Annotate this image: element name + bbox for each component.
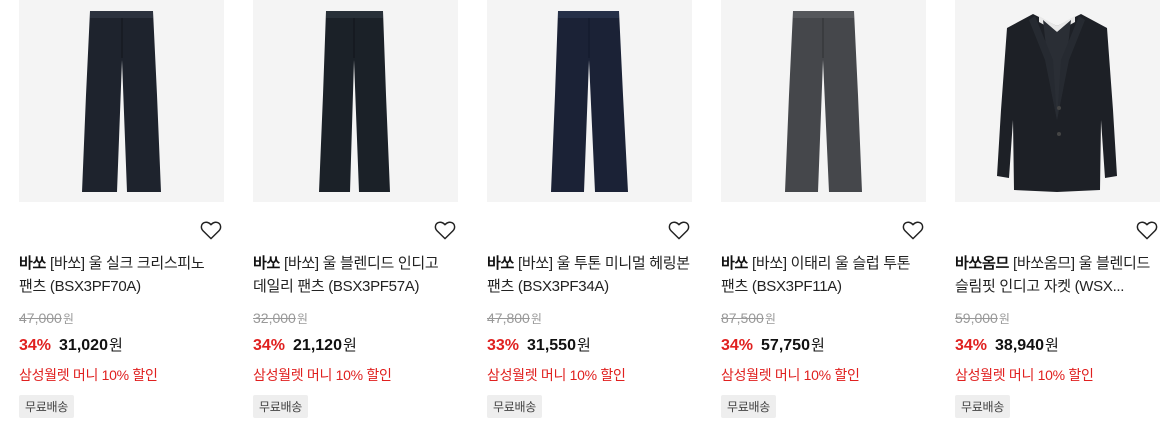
original-price: 59,000원 [955, 310, 1010, 327]
currency-label: 원 [764, 312, 776, 326]
product-card[interactable]: 바쏘 [바쏘] 울 실크 크리스피노 팬츠 (BSX3PF70A) 47,000원… [19, 0, 224, 418]
pants-image [319, 11, 390, 192]
promo-text: 삼성월렛 머니 10% 할인 [721, 367, 860, 383]
free-shipping-badge: 무료배송 [721, 395, 776, 418]
original-price: 32,000원 [253, 310, 308, 327]
free-shipping-badge: 무료배송 [19, 395, 74, 418]
currency-label: 원 [296, 312, 308, 326]
free-shipping-badge: 무료배송 [955, 395, 1010, 418]
pants-image [785, 11, 862, 192]
currency-label: 원 [108, 337, 123, 354]
promo-text: 삼성월렛 머니 10% 할인 [955, 367, 1094, 383]
discount-rate: 34% [955, 337, 988, 354]
currency-label: 원 [62, 312, 74, 326]
product-card[interactable]: 바쏘 [바쏘] 이태리 울 슬럽 투톤 팬츠 (BSX3PF11A) 87,500… [721, 0, 926, 418]
product-image[interactable] [721, 0, 926, 202]
free-shipping-badge: 무료배송 [487, 395, 542, 418]
product-brand: 바쏘옴므 [955, 255, 1010, 272]
sale-price: 34% 57,750원 [721, 334, 825, 355]
free-shipping-badge: 무료배송 [253, 395, 308, 418]
product-card[interactable]: 바쏘 [바쏘] 울 블렌디드 인디고 데일리 팬츠 (BSX3PF57A) 32,… [253, 0, 458, 418]
wishlist-heart-icon[interactable] [1136, 220, 1158, 242]
wishlist-heart-icon[interactable] [434, 220, 456, 242]
product-name: [바쏘] 이태리 울 슬럽 투톤 팬츠 (BSX3PF11A) [721, 255, 911, 295]
product-title[interactable]: 바쏘 [바쏘] 이태리 울 슬럽 투톤 팬츠 (BSX3PF11A) [721, 252, 926, 298]
product-image[interactable] [19, 0, 224, 202]
product-card[interactable]: 바쏘옴므 [바쏘옴므] 울 블렌디드 슬림핏 인디고 자켓 (WSX... 59,… [955, 0, 1160, 418]
original-price: 47,800원 [487, 310, 542, 327]
wishlist-heart-icon[interactable] [200, 220, 222, 242]
currency-label: 원 [998, 312, 1010, 326]
discount-rate: 34% [19, 337, 52, 354]
product-name: [바쏘] 울 실크 크리스피노 팬츠 (BSX3PF70A) [19, 255, 205, 295]
product-name: [바쏘] 울 블렌디드 인디고 데일리 팬츠 (BSX3PF57A) [253, 255, 439, 295]
promo-text: 삼성월렛 머니 10% 할인 [487, 367, 626, 383]
currency-label: 원 [342, 337, 357, 354]
product-title[interactable]: 바쏘 [바쏘] 울 실크 크리스피노 팬츠 (BSX3PF70A) [19, 252, 224, 298]
product-image[interactable] [955, 0, 1160, 202]
product-name: [바쏘] 울 투톤 미니멀 헤링본 팬츠 (BSX3PF34A) [487, 255, 690, 295]
sale-price-value: 31,550 [527, 337, 576, 354]
original-price-value: 59,000 [955, 310, 998, 326]
currency-label: 원 [810, 337, 825, 354]
sale-price: 34% 31,020원 [19, 334, 123, 355]
sale-price-value: 21,120 [293, 337, 342, 354]
wishlist-heart-icon[interactable] [902, 220, 924, 242]
currency-label: 원 [576, 337, 591, 354]
original-price: 47,000원 [19, 310, 74, 327]
promo-text: 삼성월렛 머니 10% 할인 [19, 367, 158, 383]
original-price-value: 87,500 [721, 310, 764, 326]
wishlist-heart-icon[interactable] [668, 220, 690, 242]
product-image[interactable] [253, 0, 458, 202]
product-brand: 바쏘 [721, 255, 749, 272]
sale-price-value: 57,750 [761, 337, 810, 354]
product-brand: 바쏘 [19, 255, 47, 272]
discount-rate: 33% [487, 337, 520, 354]
currency-label: 원 [1044, 337, 1059, 354]
product-grid: 바쏘 [바쏘] 울 실크 크리스피노 팬츠 (BSX3PF70A) 47,000원… [0, 0, 1171, 445]
product-title[interactable]: 바쏘옴므 [바쏘옴므] 울 블렌디드 슬림핏 인디고 자켓 (WSX... [955, 252, 1160, 298]
sale-price-value: 31,020 [59, 337, 108, 354]
currency-label: 원 [530, 312, 542, 326]
sale-price: 34% 21,120원 [253, 334, 357, 355]
product-card[interactable]: 바쏘 [바쏘] 울 투톤 미니멀 헤링본 팬츠 (BSX3PF34A) 47,80… [487, 0, 692, 418]
sale-price: 33% 31,550원 [487, 334, 591, 355]
product-image[interactable] [487, 0, 692, 202]
product-brand: 바쏘 [253, 255, 281, 272]
original-price-value: 47,000 [19, 310, 62, 326]
original-price: 87,500원 [721, 310, 776, 327]
promo-text: 삼성월렛 머니 10% 할인 [253, 367, 392, 383]
original-price-value: 47,800 [487, 310, 530, 326]
product-brand: 바쏘 [487, 255, 515, 272]
jacket-image [997, 14, 1117, 192]
product-title[interactable]: 바쏘 [바쏘] 울 투톤 미니멀 헤링본 팬츠 (BSX3PF34A) [487, 252, 692, 298]
original-price-value: 32,000 [253, 310, 296, 326]
discount-rate: 34% [253, 337, 286, 354]
pants-image [82, 11, 161, 192]
discount-rate: 34% [721, 337, 754, 354]
sale-price-value: 38,940 [995, 337, 1044, 354]
pants-image [551, 11, 628, 192]
sale-price: 34% 38,940원 [955, 334, 1059, 355]
product-title[interactable]: 바쏘 [바쏘] 울 블렌디드 인디고 데일리 팬츠 (BSX3PF57A) [253, 252, 458, 298]
